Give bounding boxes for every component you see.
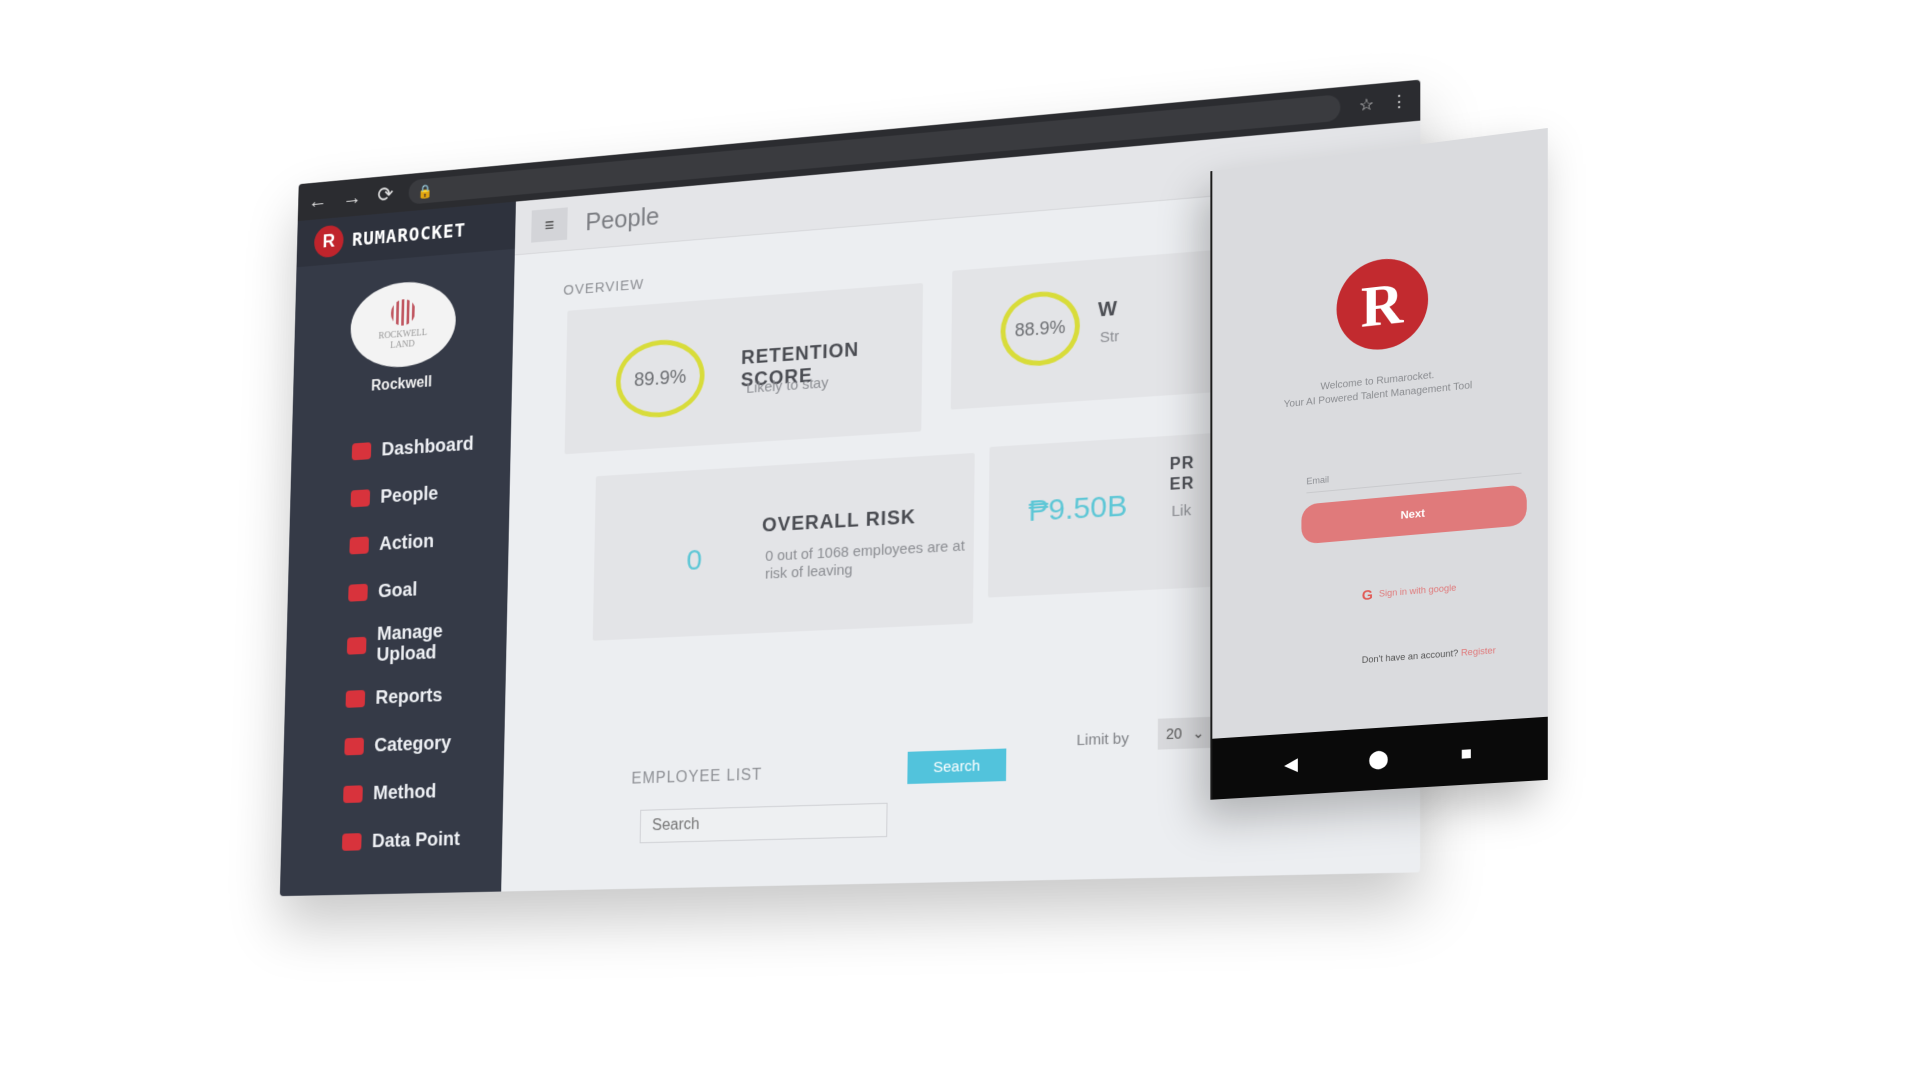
overall-risk-subtitle: 0 out of 1068 employees are at risk of l… xyxy=(765,537,968,583)
google-icon: G xyxy=(1362,586,1373,603)
google-sign-in-button[interactable]: G Sign in with google xyxy=(1362,579,1457,603)
google-sign-in-label: Sign in with google xyxy=(1379,583,1456,599)
hamburger-menu-icon[interactable]: ≡ xyxy=(531,207,568,242)
payroll-value: ₱9.50B xyxy=(1028,489,1127,529)
lock-icon: 🔒 xyxy=(418,182,434,199)
sidebar: R RUMAROCKET ROCKWELL LAND Rockwell Dash… xyxy=(280,202,516,897)
second-metric-subtitle: Str xyxy=(1100,328,1119,347)
forward-arrow-icon[interactable]: → xyxy=(343,185,363,211)
search-button[interactable]: Search xyxy=(907,749,1006,785)
payroll-title-2: ER xyxy=(1170,475,1195,495)
employee-list-label: EMPLOYEE LIST xyxy=(631,767,762,789)
welcome-text: Welcome to Rumarocket. Your AI Powered T… xyxy=(1212,357,1547,419)
company-name: Rockwell xyxy=(371,374,432,395)
phone-mockup: R Welcome to Rumarocket. Your AI Powered… xyxy=(1210,128,1547,800)
nav-home-icon[interactable]: ⬤ xyxy=(1368,748,1388,770)
reports-icon xyxy=(346,690,366,708)
star-icon[interactable]: ☆ xyxy=(1359,94,1374,116)
overall-risk-card: 0 OVERALL RISK 0 out of 1068 employees a… xyxy=(593,453,975,641)
sidebar-item-data-point[interactable]: Data Point xyxy=(342,814,503,866)
dashboard-icon xyxy=(352,442,372,460)
back-arrow-icon[interactable]: ← xyxy=(308,188,327,214)
sidebar-item-label: Reports xyxy=(375,684,442,709)
sidebar-item-label: Method xyxy=(373,781,436,805)
retention-score-card: 89.9% RETENTION SCORE Likely to stay xyxy=(565,283,923,454)
reload-icon[interactable]: ⟳ xyxy=(377,182,394,208)
sidebar-item-goal[interactable]: Goal xyxy=(348,561,508,617)
chevron-down-icon: ⌄ xyxy=(1192,724,1204,742)
rumarocket-rocket-logo-icon: R xyxy=(1337,254,1429,354)
goal-icon xyxy=(348,584,368,602)
second-metric-card: 88.9% W Str xyxy=(951,247,1253,410)
company-logo-text-2: LAND xyxy=(390,339,415,351)
nav-back-icon[interactable]: ◀ xyxy=(1284,753,1298,775)
overall-risk-value: 0 xyxy=(686,544,702,578)
sidebar-item-label: Category xyxy=(374,732,451,757)
page-title: People xyxy=(585,201,659,237)
rumarocket-logo-icon: R xyxy=(314,224,344,258)
data-point-icon xyxy=(342,833,362,851)
sidebar-item-label: Dashboard xyxy=(381,433,474,461)
overall-risk-title: OVERALL RISK xyxy=(762,506,916,537)
employee-search-input[interactable] xyxy=(640,803,888,844)
limit-by-label: Limit by xyxy=(1076,730,1129,749)
company-logo-icon xyxy=(391,298,416,326)
register-link[interactable]: Register xyxy=(1461,645,1496,658)
brand-name: RUMAROCKET xyxy=(352,218,466,250)
register-prompt: Don't have an account? Register xyxy=(1362,645,1496,665)
payroll-title-1: PR xyxy=(1170,455,1195,475)
sidebar-item-label: Data Point xyxy=(372,828,460,852)
sidebar-item-method[interactable]: Method xyxy=(343,765,504,818)
payroll-subtitle: Lik xyxy=(1171,502,1191,521)
browser-right-icons: ☆ ⋮ xyxy=(1359,91,1408,116)
retention-score-ring: 89.9% xyxy=(615,337,705,420)
second-metric-title: W xyxy=(1098,298,1118,323)
mockup-stage: ← → ⟳ 🔒 ☆ ⋮ R RUMAROCKET ROCKWELL LAND R… xyxy=(0,0,1920,1080)
people-icon xyxy=(351,489,371,507)
sidebar-item-manage-upload[interactable]: Manage Upload xyxy=(346,609,507,676)
sidebar-item-label: Goal xyxy=(378,579,418,603)
register-prompt-text: Don't have an account? xyxy=(1362,648,1459,665)
sidebar-item-category[interactable]: Category xyxy=(344,717,505,771)
upload-icon xyxy=(347,637,367,655)
next-button[interactable]: Next xyxy=(1301,484,1526,544)
sidebar-item-label: Manage Upload xyxy=(376,620,457,666)
overview-label: OVERVIEW xyxy=(563,276,644,299)
sidebar-item-reports[interactable]: Reports xyxy=(345,669,506,723)
category-icon xyxy=(344,738,364,756)
sidebar-item-action[interactable]: Action xyxy=(349,513,509,569)
android-nav-bar: ◀ ⬤ ■ xyxy=(1212,717,1547,800)
kebab-menu-icon[interactable]: ⋮ xyxy=(1391,91,1408,113)
sidebar-item-label: People xyxy=(380,483,438,508)
limit-value: 20 xyxy=(1166,725,1182,742)
email-field[interactable]: Email xyxy=(1306,474,1329,486)
sidebar-menu: Dashboard People Action Goal Manage Uplo… xyxy=(281,418,512,868)
second-metric-ring: 88.9% xyxy=(1000,289,1080,369)
nav-recent-icon[interactable]: ■ xyxy=(1461,742,1472,764)
company-avatar: ROCKWELL LAND xyxy=(350,278,457,371)
sidebar-item-label: Action xyxy=(379,530,434,555)
action-icon xyxy=(349,536,369,554)
method-icon xyxy=(343,785,363,803)
